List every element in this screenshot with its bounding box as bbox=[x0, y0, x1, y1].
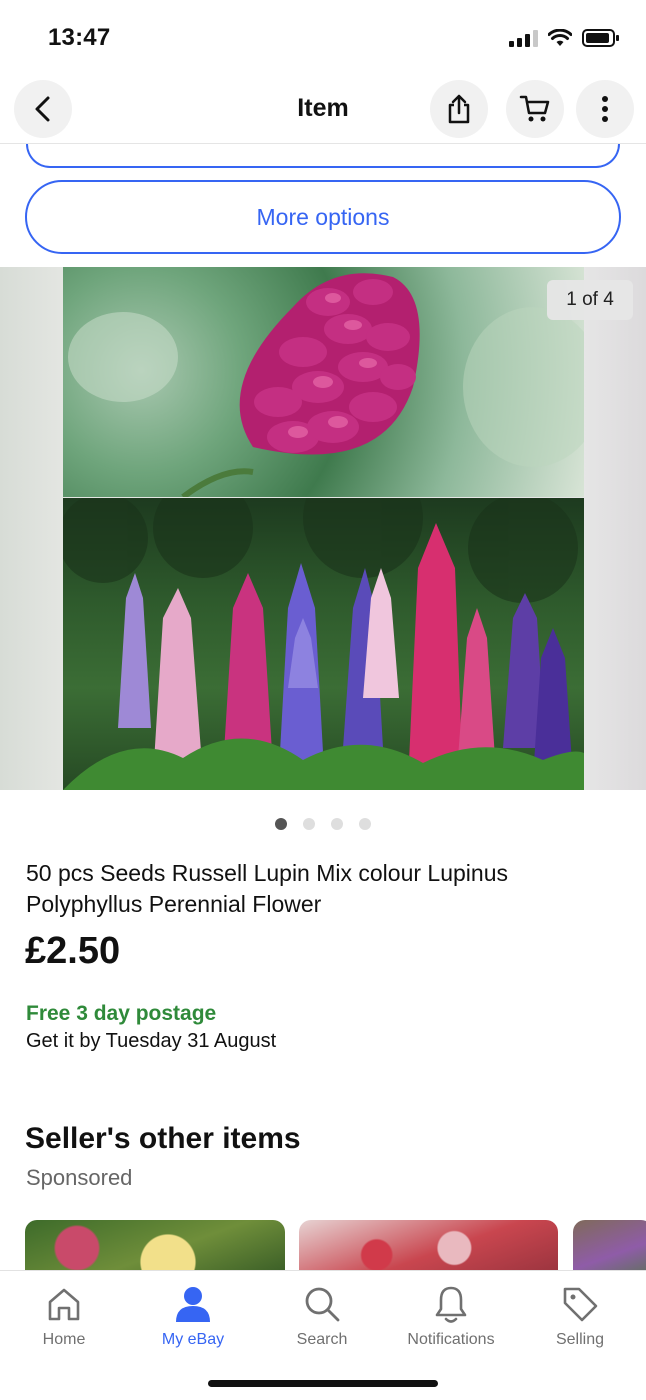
more-menu-button[interactable] bbox=[576, 80, 634, 138]
pagination-dot[interactable] bbox=[275, 818, 287, 830]
tab-notifications[interactable]: Notifications bbox=[391, 1281, 511, 1349]
tab-search-label: Search bbox=[296, 1331, 348, 1348]
cart-icon bbox=[519, 95, 550, 122]
home-icon bbox=[48, 1288, 80, 1321]
pagination-dot[interactable] bbox=[331, 818, 343, 830]
seller-item-card[interactable] bbox=[299, 1220, 558, 1270]
navigation-header: Item bbox=[0, 76, 646, 144]
tab-selling-label: Selling bbox=[555, 1331, 605, 1348]
product-photo-closeup bbox=[63, 267, 584, 497]
tab-selling[interactable]: Selling bbox=[520, 1281, 640, 1349]
tab-search[interactable]: Search bbox=[262, 1281, 382, 1349]
delivery-estimate: Get it by Tuesday 31 August bbox=[26, 1030, 277, 1052]
tab-home-label: Home bbox=[42, 1331, 86, 1348]
tab-notifications-label: Notifications bbox=[407, 1331, 495, 1348]
share-button[interactable] bbox=[430, 80, 488, 138]
more-options-button[interactable]: More options bbox=[25, 180, 621, 254]
seller-item-card[interactable] bbox=[25, 1220, 285, 1270]
wifi-icon bbox=[548, 29, 572, 46]
gallery-pagination[interactable] bbox=[0, 818, 646, 830]
battery-icon bbox=[582, 29, 619, 47]
tab-my-ebay[interactable]: My eBay bbox=[133, 1281, 253, 1349]
image-counter-badge: 1 of 4 bbox=[547, 280, 633, 320]
product-title: 50 pcs Seeds Russell Lupin Mix colour Lu… bbox=[26, 860, 508, 917]
tab-my-ebay-label: My eBay bbox=[161, 1331, 225, 1348]
status-icons bbox=[509, 28, 620, 48]
cart-button[interactable] bbox=[506, 80, 564, 138]
more-vertical-icon bbox=[602, 96, 608, 122]
status-time: 13:47 bbox=[48, 24, 111, 51]
home-indicator[interactable] bbox=[208, 1380, 438, 1387]
tab-home[interactable]: Home bbox=[4, 1281, 124, 1349]
status-bar: 13:47 bbox=[0, 0, 646, 76]
cellular-signal-icon bbox=[509, 29, 538, 47]
seller-items-heading: Seller's other items bbox=[25, 1122, 301, 1155]
product-price: £2.50 bbox=[25, 930, 121, 972]
pagination-dot[interactable] bbox=[303, 818, 315, 830]
bell-icon bbox=[435, 1286, 467, 1323]
share-icon bbox=[448, 94, 470, 124]
pagination-dot[interactable] bbox=[359, 818, 371, 830]
seller-item-card[interactable] bbox=[573, 1220, 646, 1270]
search-icon bbox=[305, 1287, 340, 1322]
sponsored-label: Sponsored bbox=[26, 1165, 133, 1190]
product-image-gallery[interactable] bbox=[0, 267, 646, 790]
person-icon bbox=[176, 1287, 210, 1322]
product-photo-garden bbox=[63, 498, 584, 790]
tag-icon bbox=[563, 1287, 598, 1322]
shipping-info: Free 3 day postage bbox=[26, 1002, 217, 1025]
seller-items-carousel[interactable] bbox=[25, 1220, 646, 1270]
